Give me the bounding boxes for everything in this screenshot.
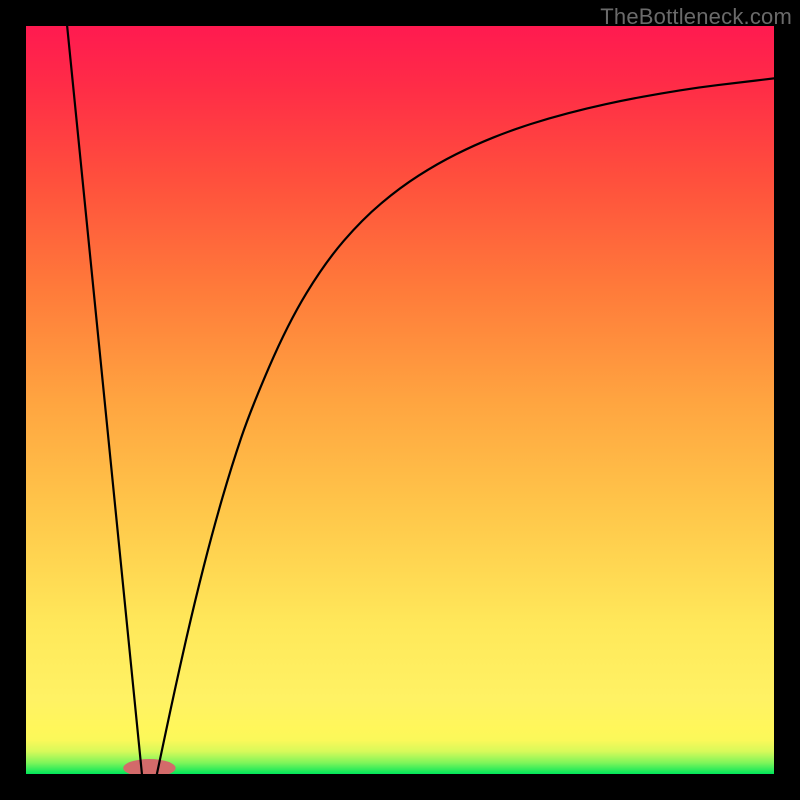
watermark-label: TheBottleneck.com — [600, 4, 792, 30]
gradient-chart — [26, 26, 774, 774]
gradient-background — [26, 26, 774, 774]
plot-frame — [26, 26, 774, 774]
